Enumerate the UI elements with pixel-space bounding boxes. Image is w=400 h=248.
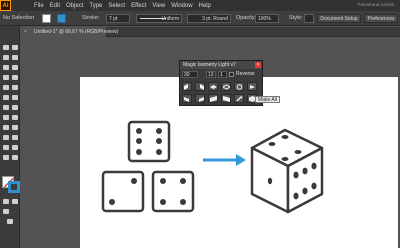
wrench-icon[interactable]: [234, 94, 244, 103]
panel-title-bar[interactable]: Magic Isometry Light v7 ×: [180, 61, 262, 69]
iso-left-face-button[interactable]: [182, 94, 192, 103]
die-six-front-icon: [127, 120, 171, 163]
reverse-label: Reverse: [236, 71, 255, 77]
offset-field[interactable]: 13: [206, 71, 216, 78]
magic-isometry-panel[interactable]: Magic Isometry Light v7 × 30 13 1 Revers…: [179, 60, 263, 106]
iso-top-button[interactable]: [208, 82, 218, 91]
iso-right-face-button[interactable]: [195, 94, 205, 103]
panel-title: Magic Isometry Light v7: [183, 62, 236, 68]
arrow-right-icon: [203, 154, 246, 166]
iso-right-flat-button[interactable]: [221, 94, 231, 103]
die-two-front-icon: [101, 170, 145, 213]
artwork-layer: [101, 120, 324, 214]
iso-rotate-button[interactable]: [234, 82, 244, 91]
step-field[interactable]: 1: [218, 71, 227, 78]
reverse-checkbox[interactable]: [229, 72, 234, 77]
make-all-tooltip: Make All: [255, 96, 280, 103]
iso-top-alt-button[interactable]: [221, 82, 231, 91]
iso-left-flat-button[interactable]: [208, 94, 218, 103]
iso-left-skew-button[interactable]: [182, 82, 192, 91]
angle-field[interactable]: 30: [182, 71, 198, 78]
close-icon[interactable]: ×: [255, 62, 261, 68]
illustrator-window: Ai File Edit Object Type Select Effect V…: [0, 0, 400, 248]
make-all-icon[interactable]: [247, 82, 257, 91]
die-four-front-icon: [151, 170, 195, 213]
die-isometric-icon: [250, 128, 324, 214]
iso-right-skew-button[interactable]: [195, 82, 205, 91]
